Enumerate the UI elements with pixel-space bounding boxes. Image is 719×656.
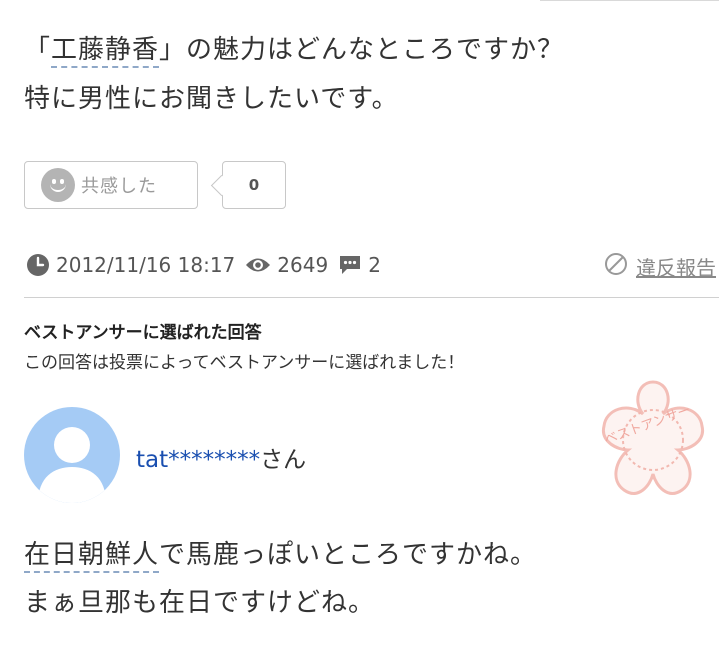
clock-icon: [26, 253, 50, 277]
answer-line-1: 在日朝鮮人で馬鹿っぽいところですかね。: [24, 531, 704, 579]
report-link[interactable]: 違反報告: [604, 252, 716, 281]
best-answer-subtitle: この回答は投票によってベストアンサーに選ばれました！: [24, 353, 465, 373]
answer-line-2: まぁ旦那も在日ですけどね。: [24, 588, 376, 618]
post-date: 2012/11/16 18:17: [56, 253, 236, 277]
empathy-count-value: 0: [248, 176, 260, 194]
top-divider: [540, 0, 719, 1]
prohibited-icon: [604, 252, 628, 281]
question-keyword-link[interactable]: 工藤静香: [51, 35, 160, 68]
view-count: 2649: [277, 253, 329, 277]
question-line-2: 特に男性にお聞きしたいです。: [24, 84, 399, 114]
answer-body: 在日朝鮮人で馬鹿っぽいところですかね。 まぁ旦那も在日ですけどね。: [24, 531, 704, 627]
report-link-label: 違反報告: [636, 256, 716, 280]
empathy-count: 0: [222, 161, 286, 209]
section-divider: [24, 297, 719, 298]
question-bracket-open: 「: [24, 35, 52, 65]
default-avatar-icon[interactable]: [24, 407, 120, 503]
answer-count: 2: [368, 253, 381, 277]
eye-icon: [245, 255, 271, 275]
empathy-button[interactable]: 共感した: [24, 161, 198, 209]
answerer-link[interactable]: tat********: [136, 447, 260, 473]
answerer-honorific: さん: [260, 447, 307, 473]
question-body: 「工藤静香」の魅力はどんなところですか？ 特に男性にお聞きしたいです。: [24, 26, 704, 124]
question-meta: 2012/11/16 18:17 2649 2: [26, 250, 381, 280]
answer-keyword-link[interactable]: 在日朝鮮人: [24, 540, 160, 573]
empathy-button-label: 共感した: [81, 176, 157, 197]
question-line-1-text: 」の魅力はどんなところですか？: [159, 35, 565, 65]
answerer-name: tat********さん: [136, 440, 306, 474]
smiley-icon: [41, 168, 75, 202]
answer-line-1-text: で馬鹿っぽいところですかね。: [159, 540, 538, 570]
comment-icon: [338, 254, 362, 276]
best-answer-heading: ベストアンサーに選ばれた回答: [24, 323, 262, 343]
best-answer-stamp: ベストアンサー: [578, 374, 719, 524]
question-line-1: 「工藤静香」の魅力はどんなところですか？: [24, 26, 704, 75]
